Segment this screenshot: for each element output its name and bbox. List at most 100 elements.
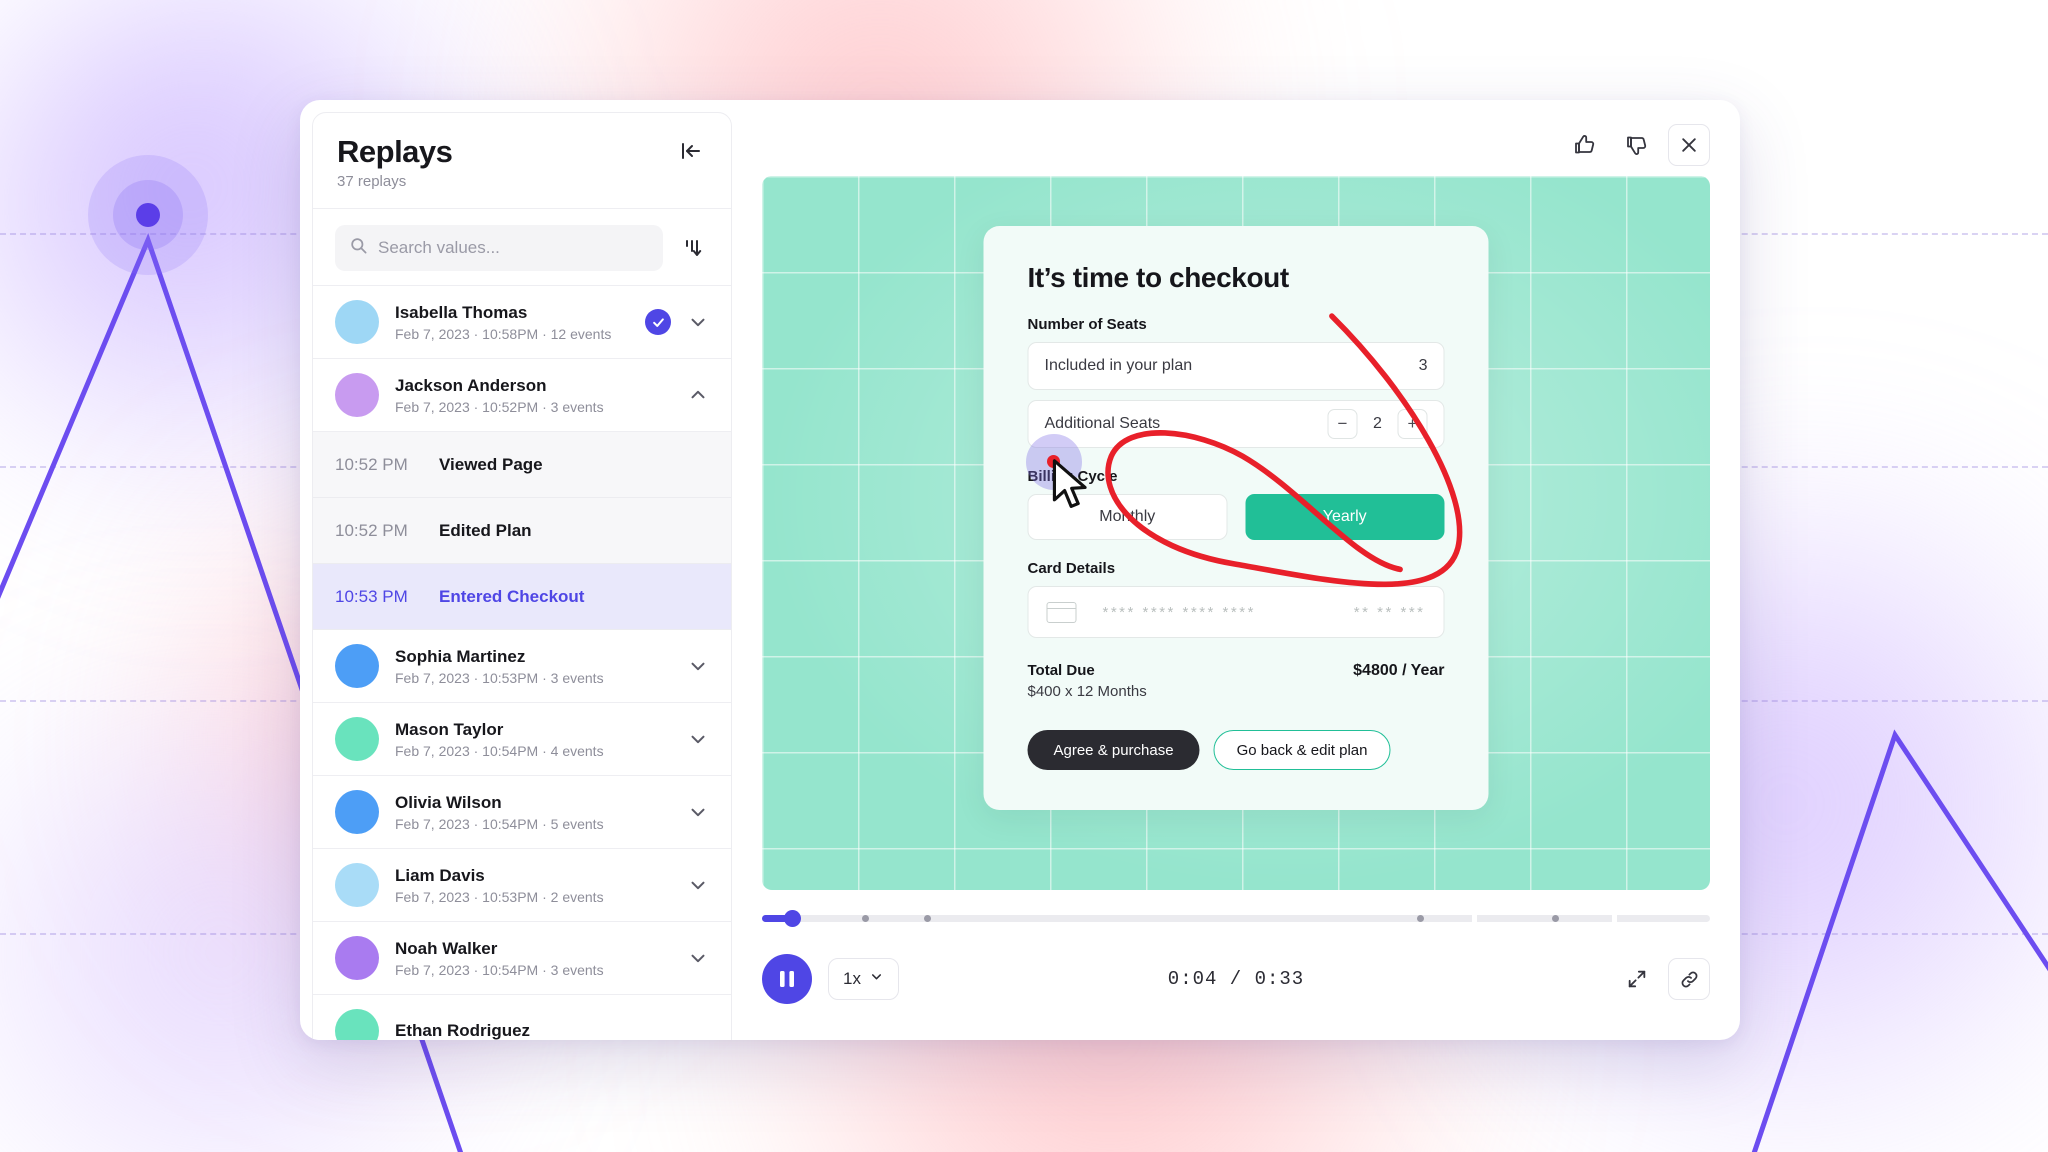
go-back-edit-plan-button[interactable]: Go back & edit plan	[1213, 730, 1391, 770]
search-icon	[349, 236, 368, 260]
billing-cycle-label: Billing Cycle	[1027, 468, 1118, 485]
chevron-down-icon[interactable]	[687, 801, 709, 823]
list-item[interactable]: Ethan Rodriguez	[313, 995, 731, 1040]
avatar	[335, 300, 379, 345]
thumbs-up-icon[interactable]	[1564, 124, 1606, 166]
card-number-value: **** **** **** ****	[1102, 603, 1256, 621]
list-item[interactable]: Mason Taylor Feb 7, 2023 · 10:54PM · 4 e…	[313, 703, 731, 777]
playback-speed-select[interactable]: 1x	[828, 958, 899, 1000]
scrubber-event-marker[interactable]	[862, 914, 869, 922]
sidebar-header: Replays 37 replays	[313, 113, 731, 210]
playback-speed-value: 1x	[843, 969, 861, 988]
scrubber-event-marker[interactable]	[924, 914, 931, 922]
collapse-panel-icon[interactable]	[675, 135, 707, 167]
billing-monthly-button[interactable]: Monthly	[1027, 494, 1227, 540]
list-item[interactable]: Isabella Thomas Feb 7, 2023 · 10:58PM · …	[313, 286, 731, 360]
replay-name: Mason Taylor	[395, 720, 504, 740]
replay-meta: Feb 7, 2023 · 10:54PM · 4 events	[395, 742, 604, 759]
sidebar-search-row	[313, 209, 731, 287]
replay-meta: Feb 7, 2023 · 10:53PM · 3 events	[395, 669, 604, 686]
pause-icon[interactable]	[762, 954, 812, 1004]
search-input[interactable]	[378, 238, 649, 259]
credit-card-icon	[1046, 601, 1077, 623]
player-right-controls	[1616, 958, 1710, 1000]
total-due-amount: $4800 / Year	[1353, 662, 1445, 679]
replay-name: Isabella Thomas	[395, 303, 528, 323]
replay-meta: Feb 7, 2023 · 10:58PM · 12 events	[395, 325, 612, 342]
chevron-down-icon[interactable]	[687, 311, 709, 333]
event-time: 10:53 PM	[335, 586, 408, 606]
chevron-down-icon[interactable]	[687, 947, 709, 969]
sort-icon[interactable]	[677, 232, 709, 264]
replay-meta: Feb 7, 2023 · 10:54PM · 5 events	[395, 815, 604, 832]
chevron-down-icon[interactable]	[687, 874, 709, 896]
replay-name: Ethan Rodriguez	[395, 1021, 531, 1040]
avatar	[335, 790, 379, 835]
page-title: Replays	[337, 134, 453, 169]
scrubber-event-marker[interactable]	[1552, 914, 1559, 922]
increment-button[interactable]: +	[1397, 409, 1428, 439]
check-icon	[645, 309, 671, 336]
agree-purchase-button[interactable]: Agree & purchase	[1027, 730, 1200, 770]
billing-cycle-toggle: Monthly Yearly	[1027, 494, 1445, 540]
total-due-breakdown: $400 x 12 Months	[1027, 683, 1147, 700]
replay-player-panel: It’s time to checkout Number of Seats In…	[732, 100, 1740, 1040]
quantity-stepper: − 2 +	[1327, 409, 1428, 439]
list-item[interactable]: Jackson Anderson Feb 7, 2023 · 10:52PM ·…	[313, 359, 731, 433]
avatar	[335, 644, 379, 689]
player-topbar	[732, 100, 1740, 176]
included-seats-label: Included in your plan	[1044, 357, 1193, 374]
replay-meta: Feb 7, 2023 · 10:52PM · 3 events	[395, 398, 604, 415]
list-item[interactable]: Sophia Martinez Feb 7, 2023 · 10:53PM · …	[313, 630, 731, 704]
scrubber-segment-gap	[1472, 914, 1477, 922]
list-item[interactable]: Olivia Wilson Feb 7, 2023 · 10:54PM · 5 …	[313, 776, 731, 850]
chevron-down-icon[interactable]	[687, 728, 709, 750]
replay-count: 37 replays	[337, 173, 407, 191]
total-due-label: Total Due	[1027, 662, 1095, 679]
transport-controls: 1x 0:04 / 0:33	[762, 954, 1710, 1004]
scrubber[interactable]	[762, 909, 1710, 927]
chevron-up-icon[interactable]	[687, 384, 709, 406]
event-row[interactable]: 10:52 PM Edited Plan	[313, 498, 731, 565]
checkout-actions: Agree & purchase Go back & edit plan	[1027, 730, 1445, 770]
scrubber-track[interactable]	[762, 914, 1710, 922]
checkout-card: It’s time to checkout Number of Seats In…	[983, 226, 1489, 810]
replays-list: Isabella Thomas Feb 7, 2023 · 10:58PM · …	[313, 286, 731, 1040]
event-name: Entered Checkout	[439, 586, 585, 606]
scrubber-event-marker[interactable]	[1417, 914, 1424, 922]
chevron-down-icon[interactable]	[687, 655, 709, 677]
avatar	[335, 373, 379, 418]
card-details-label: Card Details	[1027, 560, 1116, 577]
close-icon[interactable]	[1668, 124, 1710, 166]
included-seats-value: 3	[1418, 357, 1428, 374]
scrubber-segment-gap	[1612, 914, 1617, 922]
event-row[interactable]: 10:52 PM Viewed Page	[313, 432, 731, 499]
decrement-button[interactable]: −	[1327, 409, 1358, 439]
replay-name: Liam Davis	[395, 866, 485, 886]
link-icon[interactable]	[1668, 958, 1710, 1000]
avatar	[335, 936, 379, 981]
replay-app-window: Replays 37 replays Search values... Isab…	[300, 100, 1740, 1040]
scrubber-thumb[interactable]	[784, 909, 801, 927]
event-row-active[interactable]: 10:53 PM Entered Checkout	[313, 564, 731, 631]
replay-name: Sophia Martinez	[395, 647, 526, 667]
replay-stage-wrapper: It’s time to checkout Number of Seats In…	[732, 176, 1740, 890]
thumbs-down-icon[interactable]	[1616, 124, 1658, 166]
additional-seats-value: 2	[1373, 415, 1382, 432]
replays-sidebar: Replays 37 replays Search values... Isab…	[312, 112, 732, 1040]
event-time: 10:52 PM	[335, 520, 408, 540]
event-name: Edited Plan	[439, 520, 532, 540]
expand-icon[interactable]	[1616, 958, 1658, 1000]
included-seats-field: Included in your plan 3	[1027, 342, 1445, 390]
player-controls: 1x 0:04 / 0:33	[732, 890, 1740, 1040]
list-item[interactable]: Noah Walker Feb 7, 2023 · 10:54PM · 3 ev…	[313, 922, 731, 996]
search-box[interactable]	[335, 225, 663, 272]
total-due-row: Total Due $400 x 12 Months $4800 / Year	[1028, 662, 1445, 700]
avatar	[335, 1009, 379, 1040]
chart-node-dot	[136, 203, 160, 227]
billing-yearly-button[interactable]: Yearly	[1245, 494, 1445, 540]
timecode-display: 0:04 / 0:33	[1167, 968, 1305, 990]
card-details-field[interactable]: **** **** **** **** ** ** ***	[1027, 586, 1445, 638]
event-name: Viewed Page	[439, 454, 543, 474]
list-item[interactable]: Liam Davis Feb 7, 2023 · 10:53PM · 2 eve…	[313, 849, 731, 923]
